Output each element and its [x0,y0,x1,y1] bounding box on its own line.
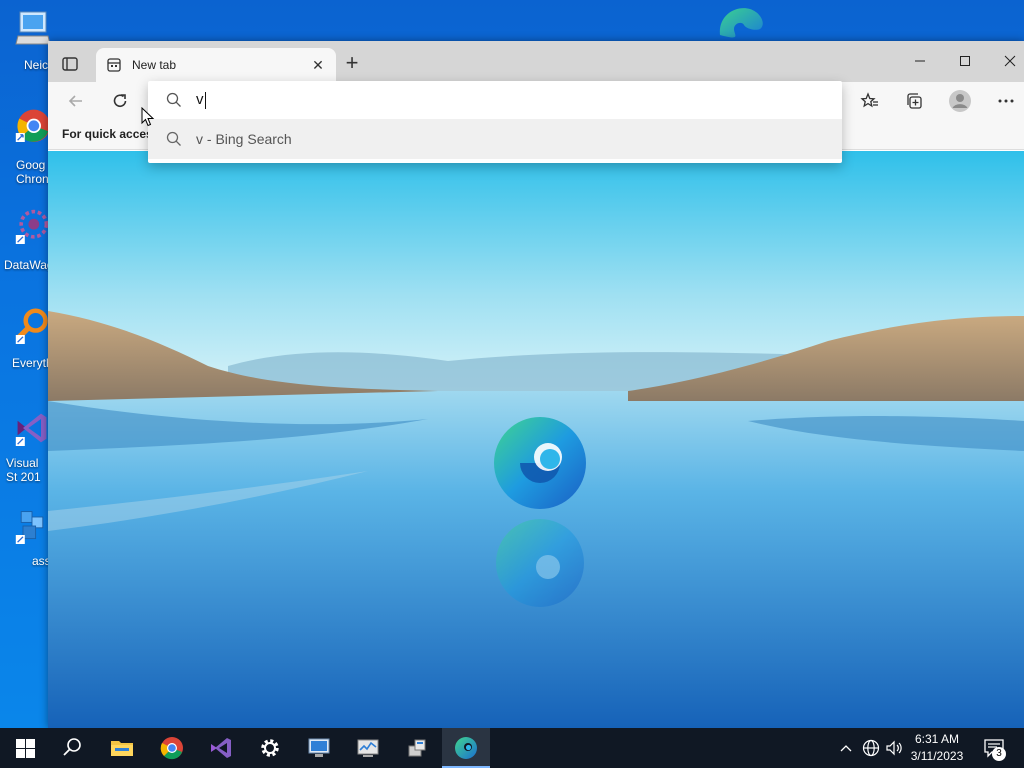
profile-avatar-icon[interactable] [948,89,972,113]
taskbar-settings[interactable] [246,728,294,768]
performance-monitor-icon [357,739,379,757]
maximize-button[interactable] [955,52,975,70]
search-icon [166,131,181,146]
maximize-icon [960,56,970,66]
mouse-cursor-icon [141,107,155,127]
suggestion-item[interactable]: v - Bing Search [148,119,842,159]
remote-desktop-icon [308,738,330,757]
gear-icon [261,739,279,757]
network-globe-icon[interactable] [861,738,881,758]
clock-date: 3/11/2023 [910,749,964,763]
taskbar-remote-desktop[interactable] [295,728,343,768]
minimize-icon [915,60,925,62]
new-tab-background-image [48,151,1024,728]
taskbar-visual-studio[interactable] [197,728,245,768]
chevron-up-icon[interactable] [838,738,854,758]
windows-logo-icon [16,739,35,758]
tab-actions-icon[interactable] [60,54,80,74]
tab-title: New tab [132,58,177,72]
suggestion-text: v - Bing Search [196,131,292,147]
server-manager-icon [408,739,426,757]
address-bar-text: v [196,91,206,109]
folder-icon [111,741,133,756]
favorites-bar-text: For quick access [62,127,160,141]
edge-logo-icon [494,417,586,509]
close-window-button[interactable] [1000,52,1020,70]
edge-logo-reflection-icon [496,519,584,607]
favorites-star-icon[interactable] [860,91,880,111]
more-options-icon[interactable] [996,91,1016,111]
title-bar: New tab ✕ + [48,41,1024,82]
chrome-icon [15,109,50,142]
everything-search-icon [15,308,48,344]
edge-icon [455,737,477,759]
text-caret [204,91,206,109]
computer-icon [15,11,50,45]
new-tab-page-icon [107,58,121,72]
taskbar: 6:31 AM 3/11/2023 3 [0,728,1024,768]
tab-close-icon[interactable]: ✕ [310,57,326,73]
back-arrow-icon[interactable] [66,91,86,111]
visual-studio-icon [211,738,231,758]
tab-new-tab[interactable]: New tab ✕ [96,48,336,82]
address-bar-input[interactable]: v [148,81,842,119]
desktop-icon-label: DataWag [4,258,48,272]
clock-time: 6:31 AM [914,732,960,746]
taskbar-search-button[interactable] [48,728,96,768]
datawag-icon [15,209,49,244]
taskbar-chrome[interactable] [148,728,196,768]
minimize-button[interactable] [910,52,930,70]
search-icon [63,738,81,756]
notification-count-badge: 3 [992,747,1006,761]
start-button[interactable] [0,728,48,768]
edge-logo-background-icon [719,8,763,38]
package-icon [15,511,44,544]
chrome-icon [160,737,183,760]
address-bar-dropdown: v v - Bing Search [148,81,842,163]
desktop-icon-label: Visual St 201 [6,456,41,484]
taskbar-clock[interactable]: 6:31 AM 3/11/2023 [902,731,972,765]
typed-text: v [196,91,204,108]
refresh-icon[interactable] [110,91,130,111]
taskbar-performance-monitor[interactable] [344,728,392,768]
taskbar-file-explorer[interactable] [98,728,146,768]
visual-studio-icon [15,413,47,446]
close-icon [1004,55,1016,67]
volume-speaker-icon[interactable] [884,738,904,758]
new-tab-button[interactable]: + [342,52,362,74]
collections-icon[interactable] [904,91,924,111]
taskbar-edge[interactable] [442,728,490,768]
taskbar-server-manager[interactable] [393,728,441,768]
search-icon [166,92,181,107]
